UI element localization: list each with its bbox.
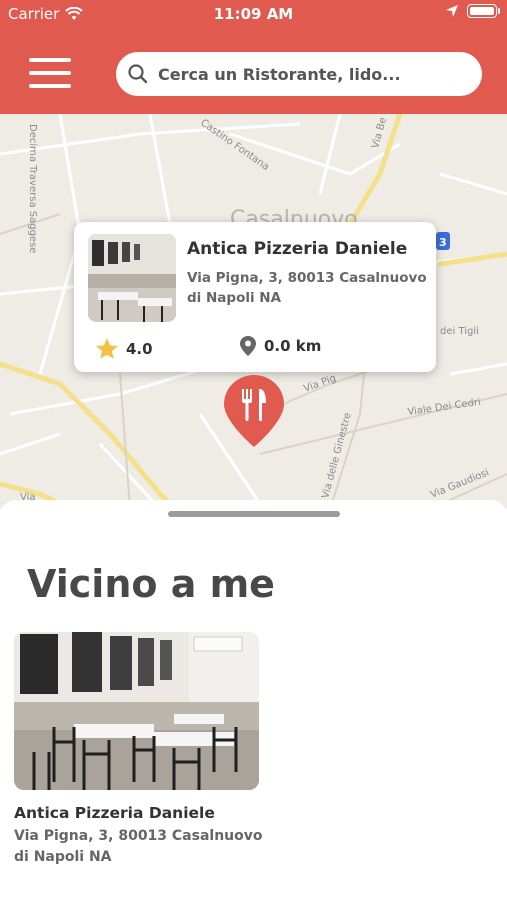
sheet-drag-handle[interactable] <box>168 511 340 517</box>
status-bar: Carrier 11:09 AM <box>0 0 507 28</box>
search-input[interactable] <box>156 63 480 85</box>
restaurant-map-pin-icon[interactable] <box>224 375 284 447</box>
hamburger-menu-icon[interactable] <box>29 58 71 88</box>
app-header: Carrier 11:09 AM <box>0 0 507 114</box>
nearby-restaurant-item[interactable]: Antica Pizzeria Daniele Via Pigna, 3, 80… <box>14 632 263 868</box>
restaurant-popup-card[interactable]: Antica Pizzeria Daniele Via Pigna, 3, 80… <box>74 222 436 372</box>
location-arrow-icon <box>446 5 458 17</box>
popup-rating: 4.0 <box>94 336 153 362</box>
search-bar[interactable] <box>116 52 482 96</box>
section-title-nearby: Vicino a me <box>27 562 275 606</box>
popup-rating-value: 4.0 <box>126 340 153 358</box>
map-label-street-4: dei Tigli <box>440 326 479 337</box>
location-pin-icon <box>240 336 256 356</box>
map-badge-label: 3 <box>439 236 447 249</box>
nearby-restaurant-name: Antica Pizzeria Daniele <box>14 804 215 822</box>
restaurant-thumbnail <box>88 234 176 322</box>
popup-restaurant-address: Via Pigna, 3, 80013 Casalnuovo di Napoli… <box>187 270 427 306</box>
popup-distance: 0.0 km <box>240 336 321 356</box>
status-time: 11:09 AM <box>213 5 294 23</box>
popup-restaurant-name: Antica Pizzeria Daniele <box>187 239 408 259</box>
restaurant-photo <box>14 632 259 790</box>
search-icon <box>128 64 148 84</box>
star-icon <box>96 338 118 359</box>
popup-distance-value: 0.0 km <box>264 337 322 355</box>
status-right <box>445 4 500 18</box>
map-label-street-1: Decima Traversa Saggese <box>27 124 38 253</box>
battery-icon <box>467 4 500 18</box>
nearby-restaurant-address: Via Pigna, 3, 80013 Casalnuovo di Napoli… <box>14 828 263 865</box>
